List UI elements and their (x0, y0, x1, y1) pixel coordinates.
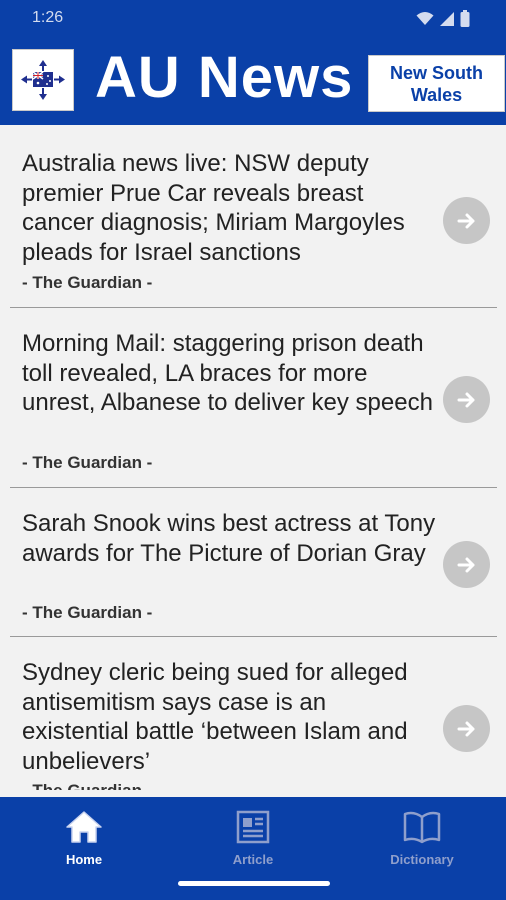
status-icons (416, 10, 470, 27)
arrow-right-icon (457, 392, 474, 407)
news-title: Sydney cleric being sued for alleged ant… (22, 659, 408, 776)
app-title: AU News (95, 45, 354, 110)
status-time: 1:26 (32, 9, 64, 26)
nav-dictionary-label: Dictionary (390, 852, 454, 867)
news-feed[interactable]: Australia news live: NSW deputy premier … (0, 125, 506, 790)
news-source: - The Guardian - (22, 273, 153, 292)
news-title: Morning Mail: staggering prison death to… (22, 330, 433, 417)
battery-icon (460, 10, 470, 27)
wifi-icon (416, 12, 434, 25)
app-header: AU News New South Wales (0, 36, 506, 125)
news-source: - The Guardian - (22, 781, 152, 790)
nav-article-label: Article (232, 852, 274, 867)
arrow-right-icon (457, 557, 474, 572)
nav-home-label: Home (65, 852, 103, 867)
app-logo (12, 49, 74, 111)
cellular-signal-icon (440, 11, 454, 26)
book-icon (403, 811, 441, 844)
news-item[interactable]: Morning Mail: staggering prison death to… (10, 308, 497, 488)
open-article-button[interactable] (443, 376, 490, 423)
news-source: - The Guardian - (22, 603, 153, 622)
open-article-button[interactable] (443, 541, 490, 588)
news-title: Australia news live: NSW deputy premier … (22, 150, 405, 267)
region-select-button[interactable]: New South Wales (368, 55, 505, 112)
news-item[interactable]: Sydney cleric being sued for alleged ant… (10, 637, 497, 790)
arrow-right-icon (457, 721, 474, 736)
news-title: Sarah Snook wins best actress at Tony aw… (22, 510, 436, 567)
bottom-nav: Home Article Dictionary (0, 797, 506, 900)
nav-dictionary[interactable]: Dictionary (362, 809, 482, 869)
article-icon (236, 810, 270, 844)
gesture-bar[interactable] (178, 881, 330, 886)
news-source: - The Guardian - (22, 453, 153, 472)
open-article-button[interactable] (443, 197, 490, 244)
home-icon (66, 811, 102, 843)
arrow-right-icon (457, 213, 474, 228)
news-item[interactable]: Australia news live: NSW deputy premier … (10, 125, 497, 308)
news-item[interactable]: Sarah Snook wins best actress at Tony aw… (10, 488, 497, 637)
australia-flag-logo (21, 60, 65, 100)
open-article-button[interactable] (443, 705, 490, 752)
status-bar: 1:26 (0, 0, 506, 36)
nav-article[interactable]: Article (193, 809, 313, 869)
nav-home[interactable]: Home (24, 809, 144, 869)
